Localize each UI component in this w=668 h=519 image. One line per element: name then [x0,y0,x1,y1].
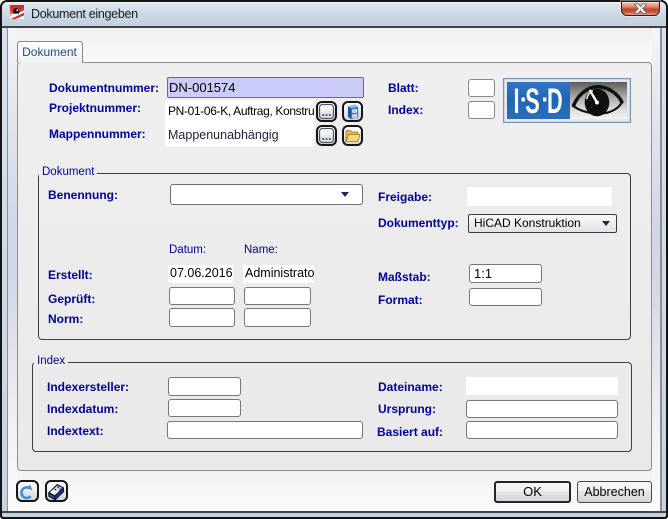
svg-text:I: I [514,83,520,121]
svg-text:D: D [547,83,563,121]
svg-text:S: S [525,83,539,121]
